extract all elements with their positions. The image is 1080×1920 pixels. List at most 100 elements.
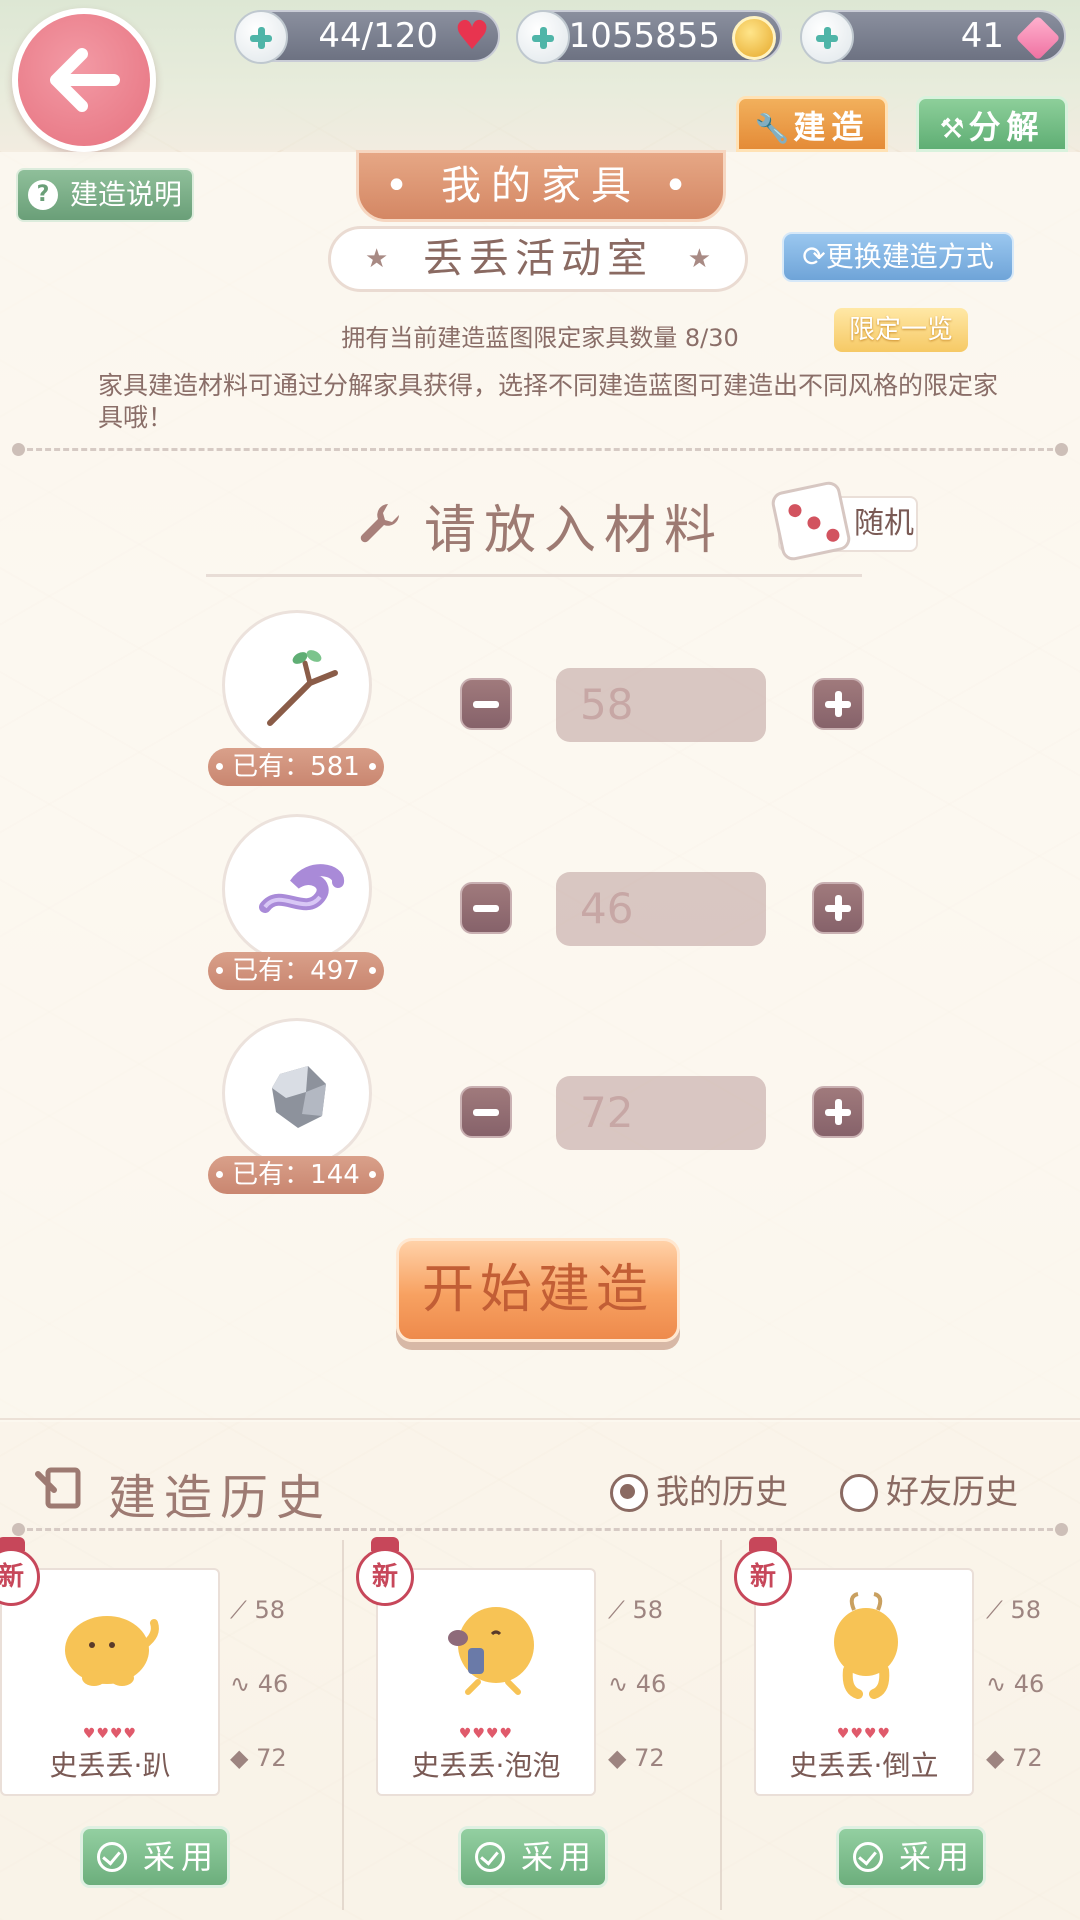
stone-cost-value: 72 xyxy=(256,1744,287,1772)
blueprint-owned-count: 拥有当前建造蓝图限定家具数量 8/30 xyxy=(341,324,739,352)
stone-icon: ◆ xyxy=(986,1744,1005,1772)
add-energy-button[interactable] xyxy=(234,10,288,64)
twig-icon xyxy=(267,650,338,726)
build-help-button[interactable]: ? 建造说明 xyxy=(16,168,194,222)
ribbon-material-slot[interactable] xyxy=(222,814,372,964)
adopt-label: 采用 xyxy=(521,1838,598,1876)
stone-owned-count: 已有：144 xyxy=(208,1156,384,1194)
stone-material-slot[interactable] xyxy=(222,1018,372,1168)
coin-icon xyxy=(732,16,776,60)
stone-cost: ◆ 72 xyxy=(986,1744,1043,1772)
stone-cost: ◆ 72 xyxy=(608,1744,665,1772)
stone-icon: ◆ xyxy=(230,1744,249,1772)
rating-hearts: ♥♥♥♥ xyxy=(458,1726,514,1742)
stone-quantity-field[interactable]: 72 xyxy=(556,1076,766,1150)
history-card[interactable]: ♥♥♥♥ 史丢丢·倒立 xyxy=(754,1568,974,1796)
increase-twig-button[interactable] xyxy=(812,678,864,730)
twig-icon: ⟋ xyxy=(608,1596,625,1624)
twig-cost-value: 58 xyxy=(632,1596,663,1624)
twig-cost: ⟋ 58 xyxy=(608,1596,663,1624)
tab-build-label: 建造 xyxy=(793,108,870,146)
rating-hearts: ♥♥♥♥ xyxy=(836,1726,892,1742)
tab-decompose-label: 分解 xyxy=(968,108,1045,146)
coin-value: 1055855 xyxy=(568,16,720,56)
creature-bubble-icon xyxy=(448,1607,534,1695)
stone-icon: ◆ xyxy=(608,1744,627,1772)
title-underline xyxy=(206,574,862,577)
change-build-mode-button[interactable]: ⟳更换建造方式 xyxy=(782,232,1014,282)
coin-counter: 1055855 xyxy=(516,10,782,64)
adopt-label: 采用 xyxy=(143,1838,220,1876)
twig-icon: ⟋ xyxy=(986,1596,1003,1624)
add-gems-button[interactable] xyxy=(800,10,854,64)
filter-friend-history[interactable]: 好友历史 xyxy=(840,1472,1018,1512)
tab-decompose[interactable]: ⚒ 分解 xyxy=(916,96,1068,152)
check-circle-icon xyxy=(97,1842,127,1872)
filter-my-history[interactable]: 我的历史 xyxy=(610,1472,788,1512)
twig-cost: ⟋ 58 xyxy=(986,1596,1041,1624)
check-circle-icon xyxy=(853,1842,883,1872)
divider xyxy=(342,1540,344,1910)
build-history-title: 建造历史 xyxy=(108,1470,333,1526)
adopt-button[interactable]: 采用 xyxy=(80,1826,230,1888)
heart-icon: ♥ xyxy=(454,13,490,59)
new-badge: 新 xyxy=(356,1537,414,1606)
ribbon-cost: ∿ 46 xyxy=(608,1670,666,1698)
ribbon-icon xyxy=(259,864,344,913)
star-icon: ★ xyxy=(687,244,711,274)
start-build-button[interactable]: 开始建造 xyxy=(396,1238,680,1342)
creature-lying-icon xyxy=(65,1616,159,1686)
change-build-mode-label: 更换建造方式 xyxy=(825,240,994,273)
materials-title: 请放入材料 xyxy=(424,501,725,561)
hammer-icon: ⚒ xyxy=(939,112,965,145)
twig-cost-value: 58 xyxy=(1010,1596,1041,1624)
history-icon xyxy=(35,1467,81,1509)
decrease-ribbon-button[interactable] xyxy=(460,882,512,934)
divider xyxy=(720,1540,722,1910)
twig-owned-count: 已有：581 xyxy=(208,748,384,786)
back-button[interactable] xyxy=(12,8,156,152)
rating-hearts: ♥♥♥♥ xyxy=(82,1726,138,1742)
gem-counter: 41 xyxy=(800,10,1066,64)
increase-ribbon-button[interactable] xyxy=(812,882,864,934)
twig-quantity-field[interactable]: 58 xyxy=(556,668,766,742)
limited-list-button[interactable]: 限定一览 xyxy=(834,308,968,352)
adopt-button[interactable]: 采用 xyxy=(836,1826,986,1888)
history-card[interactable]: ♥♥♥♥ 史丢丢·趴 xyxy=(0,1568,220,1796)
build-description: 家具建造材料可通过分解家具获得，选择不同建造蓝图可建造出不同风格的限定家具哦！ xyxy=(98,371,999,432)
twig-cost-value: 58 xyxy=(254,1596,285,1624)
divider xyxy=(12,1523,1068,1536)
stone-icon xyxy=(272,1066,326,1128)
ribbon-cost-value: 46 xyxy=(635,1670,667,1698)
energy-value: 44/120 xyxy=(318,16,438,56)
decrease-stone-button[interactable] xyxy=(460,1086,512,1138)
tab-build[interactable]: 🔧 建造 xyxy=(736,96,888,152)
furniture-name: 史丢丢·倒立 xyxy=(789,1749,939,1782)
check-circle-icon xyxy=(475,1842,505,1872)
adopt-label: 采用 xyxy=(899,1838,976,1876)
ribbon-quantity-field[interactable]: 46 xyxy=(556,872,766,946)
twig-material-slot[interactable] xyxy=(222,610,372,760)
build-help-label: 建造说明 xyxy=(70,178,183,211)
twig-cost: ⟋ 58 xyxy=(230,1596,285,1624)
new-badge: 新 xyxy=(734,1537,792,1606)
ribbon-cost: ∿ 46 xyxy=(986,1670,1044,1698)
wrench-icon: 🔧 xyxy=(754,112,790,145)
star-icon: ★ xyxy=(365,244,389,274)
ribbon-cost-value: 46 xyxy=(1013,1670,1045,1698)
page-title: • 我的家具 • xyxy=(356,150,726,222)
twig-icon: ⟋ xyxy=(230,1596,247,1624)
adopt-button[interactable]: 采用 xyxy=(458,1826,608,1888)
blueprint-name: ★ 丢丢活动室 ★ xyxy=(328,226,748,292)
decrease-twig-button[interactable] xyxy=(460,678,512,730)
arrow-left-icon xyxy=(50,48,120,112)
gem-value: 41 xyxy=(960,16,1004,56)
ribbon-cost-value: 46 xyxy=(257,1670,289,1698)
divider xyxy=(12,443,1068,456)
history-card[interactable]: ♥♥♥♥ 史丢丢·泡泡 xyxy=(376,1568,596,1796)
random-label: 随机 xyxy=(854,506,914,541)
ribbon-owned-count: 已有：497 xyxy=(208,952,384,990)
increase-stone-button[interactable] xyxy=(812,1086,864,1138)
swap-icon: ⟳ xyxy=(802,240,826,273)
add-coins-button[interactable] xyxy=(516,10,570,64)
